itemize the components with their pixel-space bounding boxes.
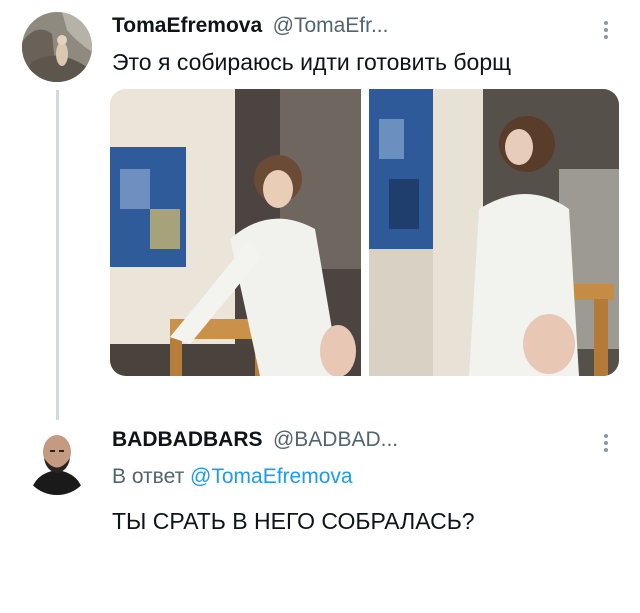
avatar-tomaefremova[interactable] bbox=[22, 12, 92, 82]
author-name[interactable]: TomaEfremova bbox=[112, 14, 262, 37]
thread-connector-line bbox=[56, 90, 59, 420]
tweet-header: TomaEfremova @TomaEfr... bbox=[112, 14, 388, 38]
photo-2-image bbox=[369, 89, 619, 376]
more-vertical-icon bbox=[604, 434, 608, 452]
reply-author-handle[interactable]: @BADBAD... bbox=[273, 428, 398, 451]
reply-author-name[interactable]: BADBADBARS bbox=[112, 428, 263, 451]
more-vertical-icon bbox=[604, 21, 608, 39]
tweet-text: Это я собираюсь идти готовить борщ bbox=[112, 49, 512, 75]
reply-text: ТЫ СРАТЬ В НЕГО СОБРАЛАСЬ? bbox=[112, 508, 475, 534]
reply-to-line: В ответ @TomaEfremova bbox=[112, 465, 353, 489]
reply-more-options-button[interactable] bbox=[598, 431, 614, 455]
reply-to-prefix: В ответ bbox=[112, 465, 185, 488]
reply-to-mention-link[interactable]: @TomaEfremova bbox=[190, 465, 353, 488]
avatar-badbadbars[interactable] bbox=[22, 425, 92, 495]
reply-header: BADBADBARS @BADBAD... bbox=[112, 428, 398, 452]
avatar-image bbox=[22, 425, 92, 495]
photo-1-image bbox=[110, 89, 361, 376]
more-options-button[interactable] bbox=[598, 18, 614, 42]
author-handle[interactable]: @TomaEfr... bbox=[273, 14, 389, 37]
tweet-photo-1[interactable] bbox=[110, 89, 361, 376]
avatar-image bbox=[22, 12, 92, 82]
tweet-photo-2[interactable] bbox=[369, 89, 619, 376]
